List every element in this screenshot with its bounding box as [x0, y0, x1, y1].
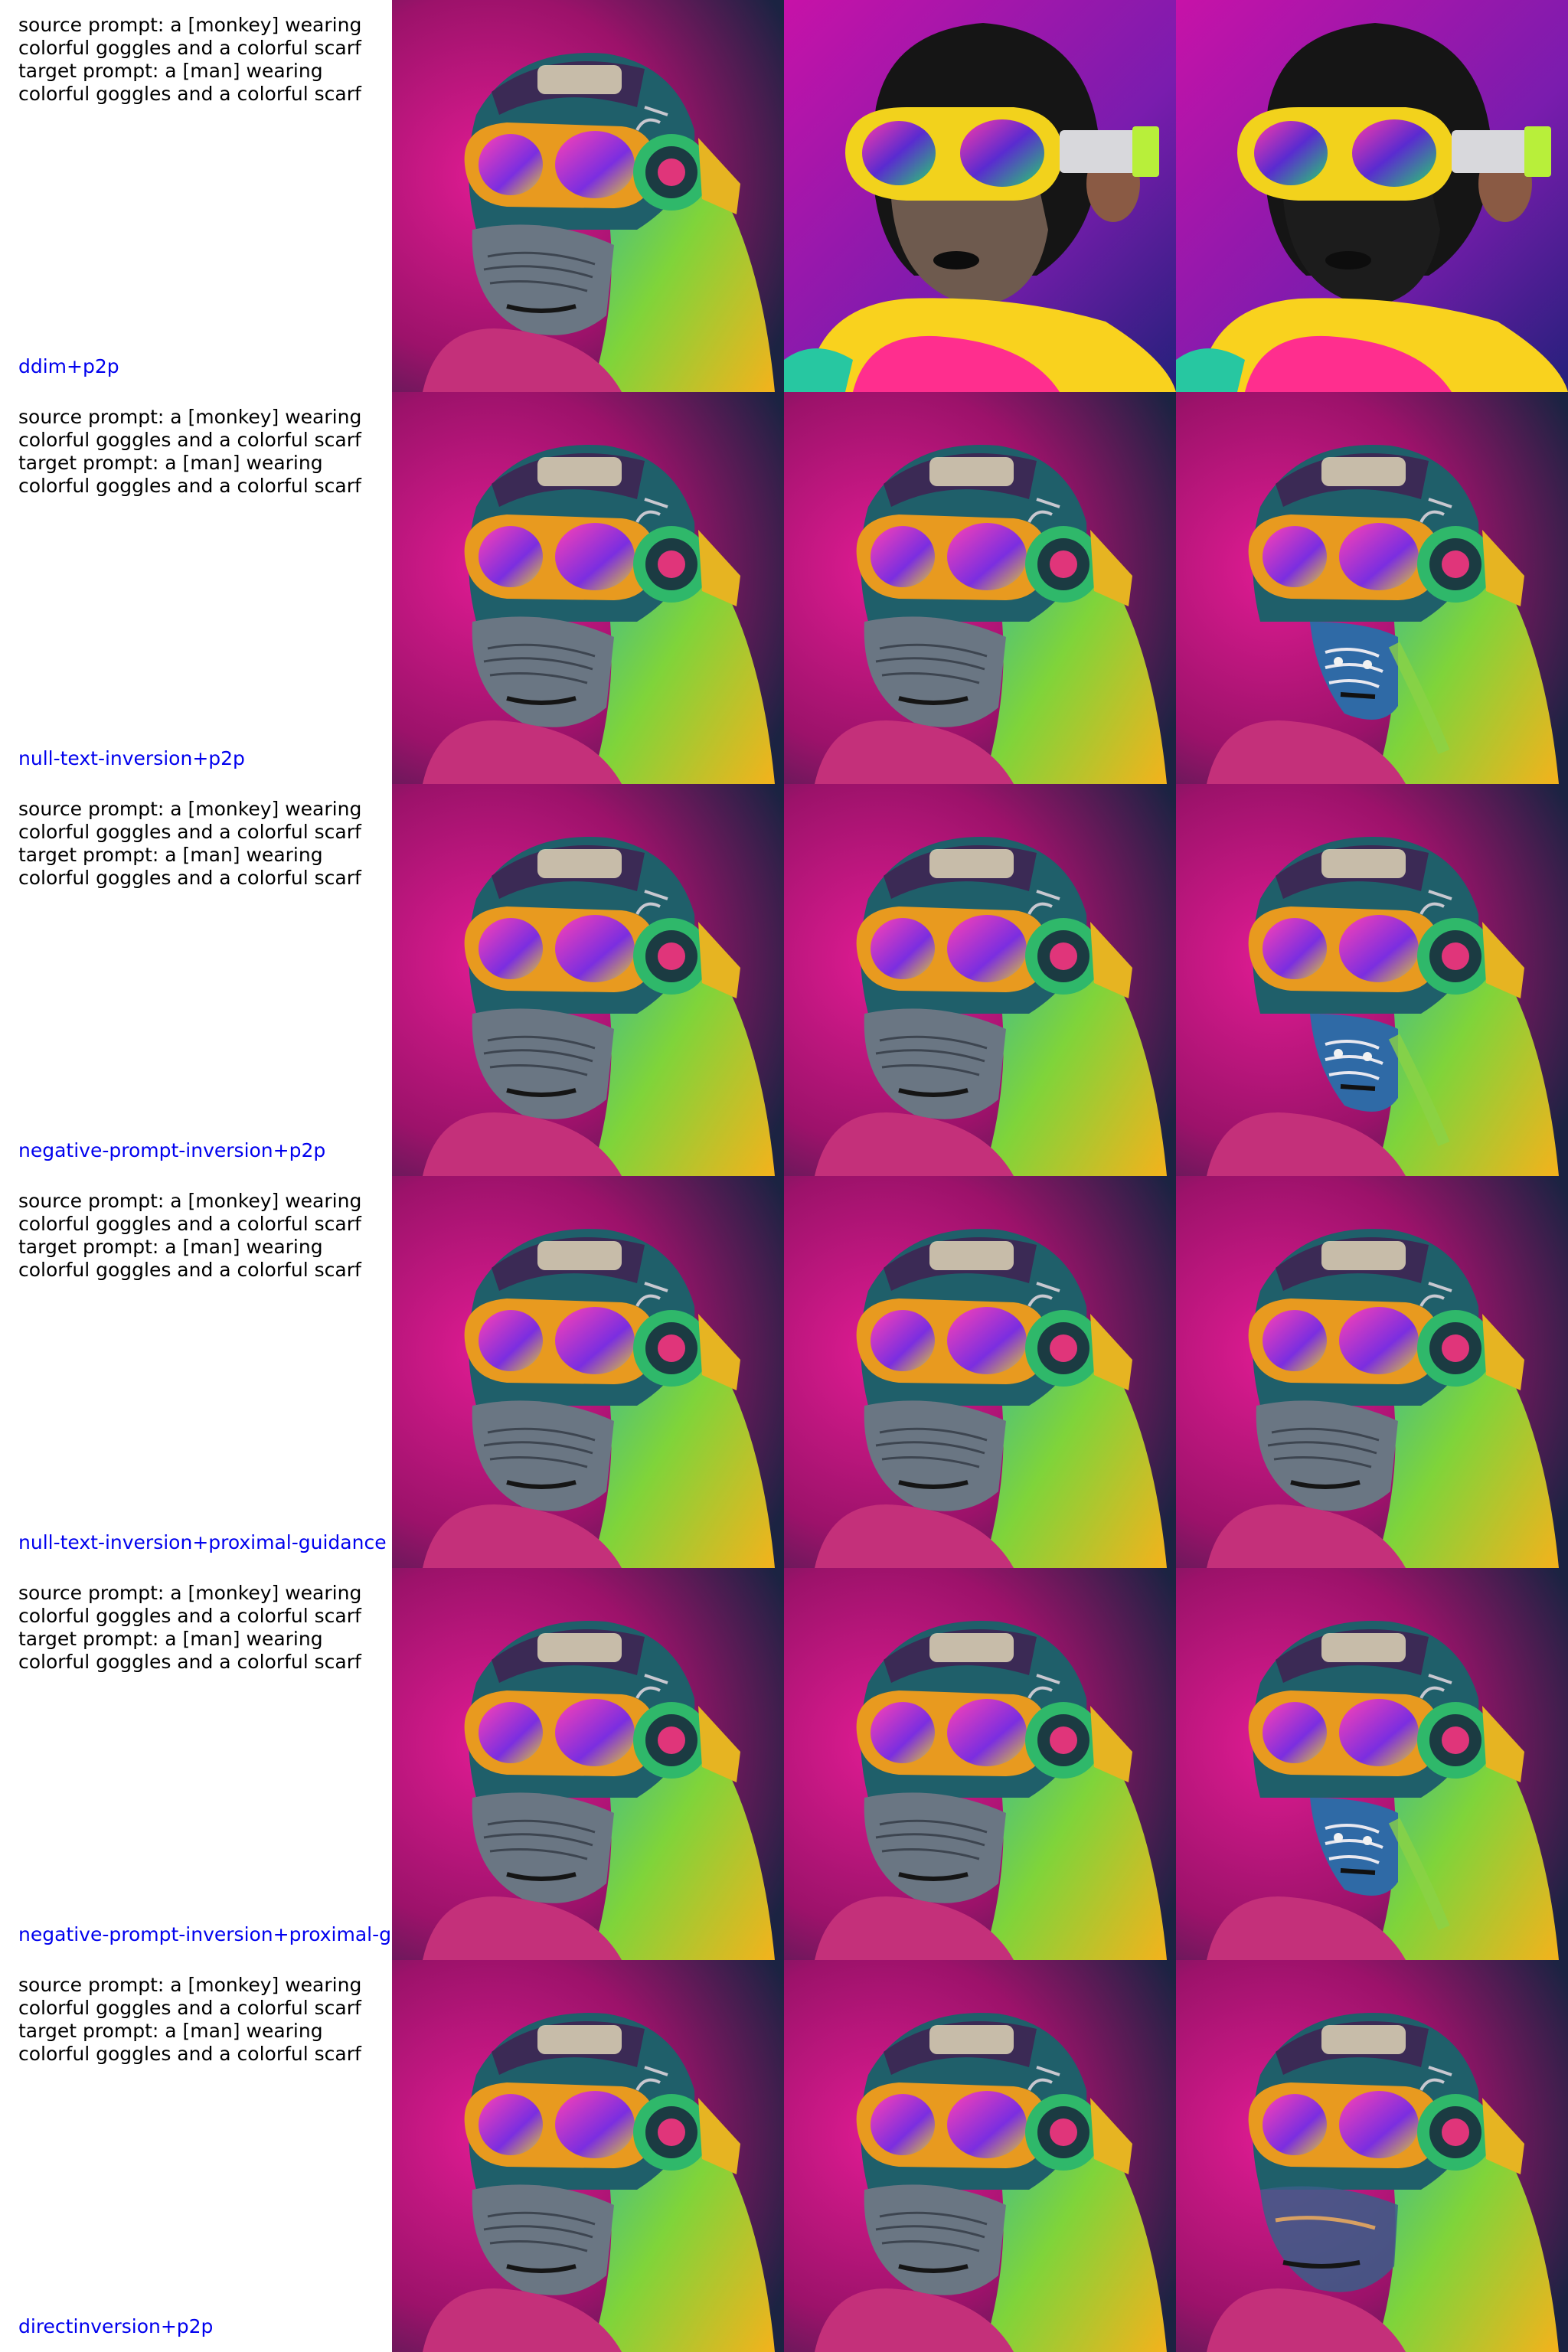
edited-image [1176, 1176, 1568, 1568]
source-image [392, 1176, 784, 1568]
source-image [392, 1568, 784, 1960]
edited-image [1176, 1568, 1568, 1960]
prompt-text: source prompt: a [monkey] wearing colorf… [18, 1974, 362, 2065]
method-label: directinversion+p2p [18, 2315, 214, 2337]
comparison-row: source prompt: a [monkey] wearing colorf… [0, 784, 1568, 1176]
prompt-text: source prompt: a [monkey] wearing colorf… [18, 1582, 362, 1673]
row-caption: source prompt: a [monkey] wearing colorf… [0, 1176, 392, 1568]
comparison-row: source prompt: a [monkey] wearing colorf… [0, 1960, 1568, 2352]
method-label: null-text-inversion+p2p [18, 747, 245, 769]
row-caption: source prompt: a [monkey] wearing colorf… [0, 784, 392, 1176]
row-caption: source prompt: a [monkey] wearing colorf… [0, 1568, 392, 1960]
edited-image [1176, 392, 1568, 784]
prompt-text: source prompt: a [monkey] wearing colorf… [18, 14, 362, 105]
source-image [392, 1960, 784, 2352]
edited-image [1176, 784, 1568, 1176]
prompt-text: source prompt: a [monkey] wearing colorf… [18, 1190, 362, 1281]
reconstructed-image [784, 0, 1176, 392]
row-caption: source prompt: a [monkey] wearing colorf… [0, 392, 392, 784]
row-caption: source prompt: a [monkey] wearing colorf… [0, 0, 392, 392]
reconstructed-image [784, 392, 1176, 784]
edited-image [1176, 1960, 1568, 2352]
comparison-row: source prompt: a [monkey] wearing colorf… [0, 1176, 1568, 1568]
source-image [392, 392, 784, 784]
reconstructed-image [784, 784, 1176, 1176]
comparison-row: source prompt: a [monkey] wearing colorf… [0, 392, 1568, 784]
method-label: negative-prompt-inversion+proximal-g [18, 1923, 391, 1945]
method-label: ddim+p2p [18, 355, 119, 377]
reconstructed-image [784, 1176, 1176, 1568]
comparison-grid: source prompt: a [monkey] wearing colorf… [0, 0, 1568, 2352]
source-image [392, 0, 784, 392]
prompt-text: source prompt: a [monkey] wearing colorf… [18, 798, 362, 889]
comparison-row: source prompt: a [monkey] wearing colorf… [0, 0, 1568, 392]
source-image [392, 784, 784, 1176]
reconstructed-image [784, 1960, 1176, 2352]
method-label: null-text-inversion+proximal-guidance [18, 1531, 387, 1553]
row-caption: source prompt: a [monkey] wearing colorf… [0, 1960, 392, 2352]
edited-image [1176, 0, 1568, 392]
reconstructed-image [784, 1568, 1176, 1960]
comparison-row: source prompt: a [monkey] wearing colorf… [0, 1568, 1568, 1960]
method-label: negative-prompt-inversion+p2p [18, 1139, 326, 1161]
prompt-text: source prompt: a [monkey] wearing colorf… [18, 406, 362, 497]
